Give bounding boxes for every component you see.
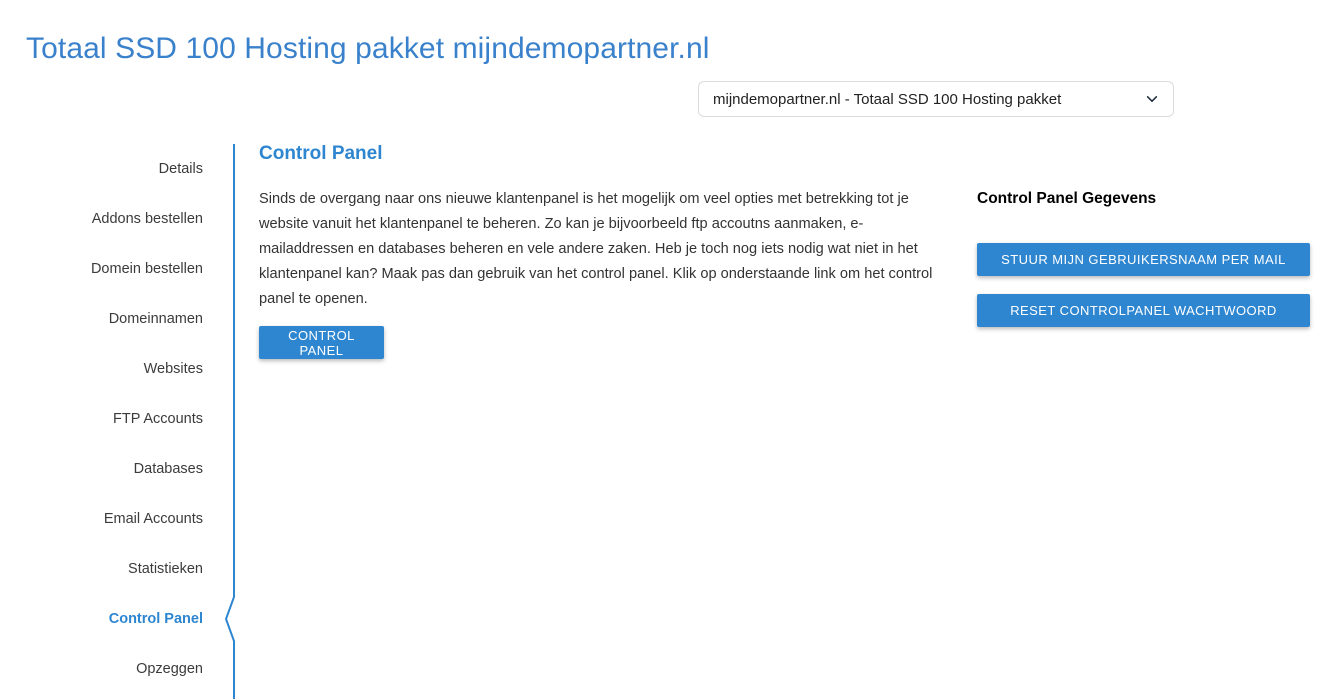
sidebar: Details Addons bestellen Domein bestellen D… [0,144,235,699]
package-selector[interactable]: mijndemopartner.nl - Totaal SSD 100 Host… [698,81,1174,117]
sidebar-item-addons-bestellen[interactable]: Addons bestellen [0,194,203,244]
package-selector-value: mijndemopartner.nl - Totaal SSD 100 Host… [713,90,1062,108]
sidebar-item-websites[interactable]: Websites [0,344,203,394]
package-selector-wrapper: mijndemopartner.nl - Totaal SSD 100 Host… [698,81,1174,117]
sidebar-divider [224,144,235,699]
section-heading: Control Panel [259,143,383,164]
reset-controlpanel-password-button[interactable]: RESET CONTROLPANEL WACHTWOORD [977,293,1310,327]
sidebar-item-details[interactable]: Details [0,144,203,194]
sidebar-item-domein-bestellen[interactable]: Domein bestellen [0,244,203,294]
sidebar-item-opzeggen[interactable]: Opzeggen [0,644,203,694]
send-username-by-mail-button[interactable]: STUUR MIJN GEBRUIKERSNAAM PER MAIL [977,242,1310,276]
chevron-down-icon [1146,96,1158,102]
control-panel-button[interactable]: CONTROL PANEL [259,326,384,359]
sidebar-item-statistieken[interactable]: Statistieken [0,544,203,594]
sidebar-item-ftp-accounts[interactable]: FTP Accounts [0,394,203,444]
control-panel-details-panel: Control Panel Gegevens STUUR MIJN GEBRUI… [977,190,1310,345]
sidebar-item-databases[interactable]: Databases [0,444,203,494]
sidebar-item-list: Details Addons bestellen Domein bestellen D… [0,144,203,694]
page-title: Totaal SSD 100 Hosting pakket mijndemopa… [26,32,710,66]
control-panel-details-heading: Control Panel Gegevens [977,190,1157,207]
page-root: Totaal SSD 100 Hosting pakket mijndemopa… [0,0,1321,699]
intro-paragraph: Sinds de overgang naar ons nieuwe klante… [259,190,933,307]
sidebar-item-domeinnamen[interactable]: Domeinnamen [0,294,203,344]
main-content: Control Panel Sinds de overgang naar ons… [259,143,959,312]
sidebar-item-email-accounts[interactable]: Email Accounts [0,494,203,544]
sidebar-item-control-panel[interactable]: Control Panel [0,594,203,644]
